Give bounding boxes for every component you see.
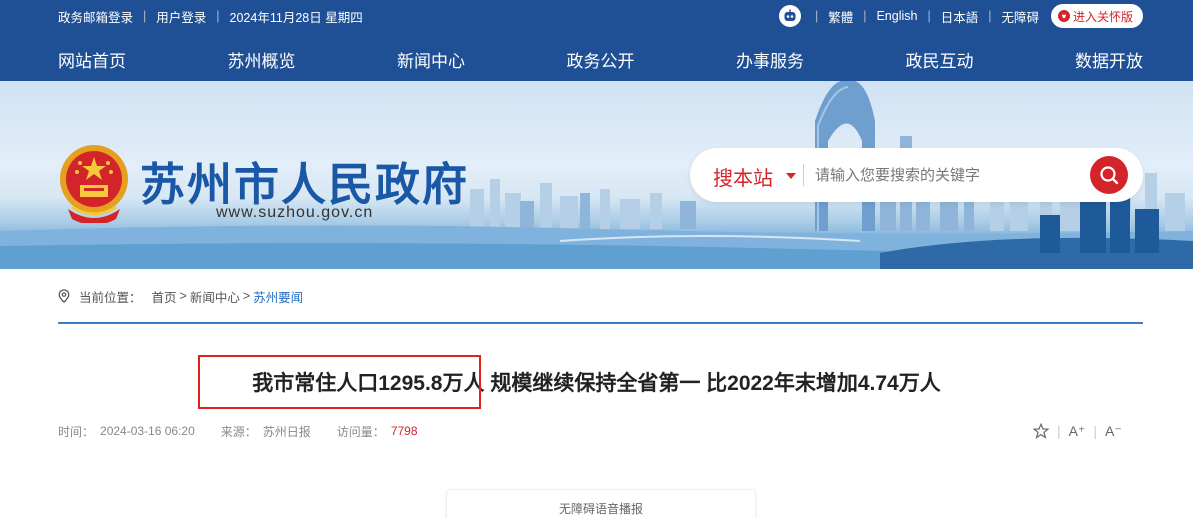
japanese-link[interactable]: 日本語 [941, 7, 979, 26]
national-emblem-icon [60, 145, 128, 223]
nav-item-overview[interactable]: 苏州概览 [228, 47, 296, 72]
breadcrumb-news[interactable]: 新闻中心 [190, 287, 240, 306]
nav-item-services[interactable]: 办事服务 [736, 47, 804, 72]
search-divider [803, 164, 804, 186]
traditional-chinese-link[interactable]: 繁體 [828, 7, 853, 26]
breadcrumb-current[interactable]: 苏州要闻 [253, 287, 303, 306]
article-source: 苏州日报 [262, 424, 311, 439]
separator: | [927, 9, 931, 23]
article-meta: 时间： 2024-03-16 06:20 来源： 苏州日报 访问量： 7798 [58, 422, 418, 440]
breadcrumb-home[interactable]: 首页 [152, 287, 177, 306]
font-decrease-button[interactable]: A⁻ [1105, 423, 1122, 440]
breadcrumb-separator: > [179, 289, 187, 303]
robot-icon[interactable] [778, 5, 801, 27]
article-title: 我市常住人口1295.8万人 规模继续保持全省第一 比2022年末增加4.74万… [252, 372, 941, 395]
time-label: 时间： [58, 424, 95, 439]
star-icon[interactable] [1033, 423, 1049, 439]
audio-broadcast-label: 无障碍语音播报 [558, 502, 643, 516]
separator: | [216, 9, 220, 23]
nav-item-interaction[interactable]: 政民互动 [906, 47, 974, 72]
separator: | [988, 9, 992, 23]
view-count: 7798 [390, 424, 418, 438]
separator: | [143, 9, 147, 23]
utility-bar: 政务邮箱登录 | 用户登录 | 2024年11月28日 星期四 | 繁體 | E… [58, 0, 1143, 32]
search-icon [1100, 166, 1119, 185]
top-bar: 政务邮箱登录 | 用户登录 | 2024年11月28日 星期四 | 繁體 | E… [0, 0, 1193, 81]
breadcrumb-separator: > [242, 289, 251, 303]
location-pin-icon [58, 289, 70, 303]
gov-mail-login-link[interactable]: 政务邮箱登录 [58, 7, 133, 26]
separator: | [814, 9, 819, 23]
separator: | [1057, 423, 1061, 439]
article-tools: | A⁺ | A⁻ [1033, 420, 1122, 442]
views-label: 访问量： [336, 424, 385, 439]
care-mode-button[interactable]: ♥ 进入关怀版 [1050, 4, 1143, 28]
heart-icon: ♥ [1057, 10, 1070, 22]
nav-item-gov-affairs[interactable]: 政务公开 [567, 47, 635, 72]
breadcrumb: 当前位置： 首页 > 新闻中心 > 苏州要闻 [58, 286, 303, 306]
accessibility-link[interactable]: 无障碍 [1001, 7, 1039, 26]
care-mode-label: 进入关怀版 [1072, 9, 1133, 24]
search-bar: 搜本站 [690, 148, 1143, 202]
current-date: 2024年11月28日 星期四 [229, 10, 363, 25]
site-url: www.suzhou.gov.cn [216, 204, 374, 221]
audio-broadcast-button[interactable]: 无障碍语音播报 [446, 489, 756, 518]
nav-item-home[interactable]: 网站首页 [58, 47, 126, 72]
source-label: 来源： [220, 424, 257, 439]
nav-item-news[interactable]: 新闻中心 [397, 47, 465, 72]
breadcrumb-divider [58, 322, 1143, 324]
main-nav: 网站首页 苏州概览 新闻中心 政务公开 办事服务 政民互动 数据开放 [58, 37, 1143, 81]
search-button[interactable] [1090, 156, 1128, 194]
user-login-link[interactable]: 用户登录 [156, 7, 206, 26]
nav-item-open-data[interactable]: 数据开放 [1075, 47, 1143, 72]
separator: | [1093, 423, 1098, 439]
english-link[interactable]: English [876, 9, 917, 23]
breadcrumb-label: 当前位置： [79, 290, 142, 305]
font-increase-button[interactable]: A⁺ [1069, 423, 1086, 440]
search-scope-select[interactable]: 搜本站 [713, 162, 773, 191]
utility-right: | 繁體 | English | 日本語 | 无障碍 ♥ 进入关怀版 [778, 4, 1143, 28]
publish-time: 2024-03-16 06:20 [100, 424, 195, 438]
separator: | [863, 9, 867, 23]
search-input[interactable] [815, 163, 1075, 187]
chevron-down-icon[interactable] [786, 173, 796, 179]
